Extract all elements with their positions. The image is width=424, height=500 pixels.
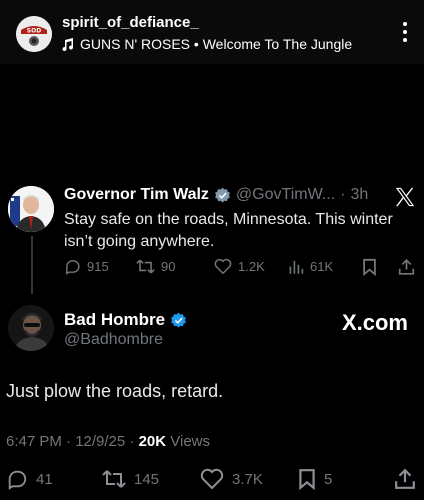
- story-username[interactable]: spirit_of_defiance_: [62, 14, 199, 31]
- share-icon[interactable]: [394, 468, 416, 490]
- svg-text:SOD: SOD: [27, 28, 41, 35]
- reply-icon: [66, 260, 80, 275]
- bookmark-count: 5: [324, 470, 333, 488]
- avatar-emblem-icon: SOD: [16, 16, 52, 52]
- main-author-handle[interactable]: @Badhombre: [64, 331, 163, 349]
- xcom-watermark: X.com: [341, 310, 408, 335]
- main-views-label: Views: [166, 433, 211, 450]
- bookmark-icon: [299, 469, 315, 490]
- like-action[interactable]: 1.2K: [214, 258, 265, 275]
- main-author-name[interactable]: Bad Hombre: [64, 310, 165, 330]
- main-tweet-meta: 6:47 PM · 12/9/25 · 20K Views: [6, 433, 210, 450]
- quoted-tweet-text: Stay safe on the roads, Minnesota. This …: [64, 211, 393, 250]
- avatar-photo-icon: [8, 186, 54, 232]
- main-tweet-text: Just plow the roads, retard.: [6, 381, 224, 401]
- main-author-name-row: Bad Hombre: [64, 310, 187, 330]
- quoted-author-handle[interactable]: @GovTimW...: [236, 186, 335, 204]
- main-tweet-actions: 41 145 3.7K 5: [0, 466, 424, 494]
- repost-count: 90: [161, 259, 176, 274]
- more-options-icon[interactable]: [402, 22, 408, 44]
- like-action[interactable]: 3.7K: [200, 468, 263, 490]
- story-song: GUNS N' ROSES • Welcome To The Jungle: [80, 36, 353, 52]
- reply-count: 915: [87, 259, 109, 274]
- like-count: 1.2K: [238, 259, 265, 274]
- repost-icon: [102, 470, 126, 488]
- repost-action[interactable]: 145: [102, 468, 159, 490]
- reply-action[interactable]: 915: [64, 258, 109, 275]
- quoted-tweet-actions: 915 90 1.2K 61K: [64, 258, 416, 278]
- reply-action[interactable]: 41: [6, 468, 53, 490]
- story-avatar[interactable]: SOD: [16, 16, 52, 52]
- reply-icon: [8, 470, 27, 490]
- story-music[interactable]: GUNS N' ROSES • Welcome To The Jungle: [62, 36, 352, 52]
- verified-blue-icon: [171, 312, 186, 327]
- like-count: 3.7K: [232, 470, 263, 488]
- repost-count: 145: [134, 470, 160, 488]
- views-count: 61K: [310, 259, 334, 274]
- repost-icon: [136, 259, 155, 274]
- main-tweet-timestamp: 6:47 PM · 12/9/25 ·: [6, 433, 139, 450]
- repost-action[interactable]: 90: [136, 258, 175, 275]
- main-views-count: 20K: [138, 433, 167, 450]
- verified-gray-icon: [215, 187, 230, 202]
- meta-separator: ·: [340, 186, 346, 203]
- quoted-tweet-time: 3h: [350, 186, 369, 203]
- heart-icon: [214, 258, 232, 275]
- reply-count: 41: [36, 470, 53, 488]
- walz-avatar[interactable]: [8, 186, 54, 232]
- badhombre-avatar[interactable]: [8, 305, 54, 351]
- views-chart-icon: [289, 260, 304, 274]
- avatar-photo-icon: [8, 305, 54, 351]
- heart-icon: [200, 468, 224, 490]
- x-logo-icon[interactable]: [394, 186, 416, 208]
- views-action[interactable]: 61K: [288, 258, 333, 275]
- share-icon[interactable]: [398, 258, 415, 276]
- quoted-tweet-header: Governor Tim Walz @GovTimW... · 3h: [64, 186, 368, 204]
- bookmark-icon[interactable]: [362, 258, 377, 276]
- story-header: SOD spirit_of_defiance_ GUNS N' ROSES • …: [0, 0, 424, 64]
- music-note-icon: [62, 37, 74, 51]
- thread-line: [31, 236, 33, 294]
- bookmark-action[interactable]: 5: [298, 468, 332, 490]
- quoted-author-name[interactable]: Governor Tim Walz: [64, 186, 209, 204]
